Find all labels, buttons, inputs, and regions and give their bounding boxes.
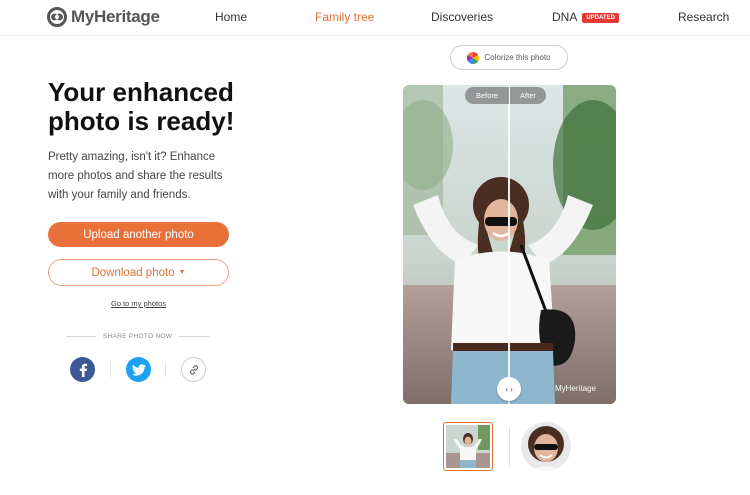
nav-dna-label: DNA <box>552 10 578 24</box>
nav-dna[interactable]: DNA UPDATED <box>552 10 619 24</box>
nav-research[interactable]: Research <box>678 10 729 24</box>
upload-another-photo-button[interactable]: Upload another photo <box>48 222 229 247</box>
thumbnail-image <box>446 425 490 468</box>
compare-slider-handle[interactable]: ‹ › <box>497 377 521 401</box>
facebook-icon <box>79 363 87 377</box>
twitter-share-button[interactable] <box>126 357 151 382</box>
copy-link-button[interactable] <box>181 357 206 382</box>
watermark: MyHeritage <box>555 384 596 393</box>
download-photo-button[interactable]: Download photo ▼ <box>48 259 229 286</box>
facebook-share-button[interactable] <box>70 357 95 382</box>
nav-home[interactable]: Home <box>215 10 247 24</box>
social-divider <box>110 362 111 377</box>
link-icon <box>189 364 198 375</box>
download-photo-label: Download photo <box>91 266 175 279</box>
top-navigation: MyHeritage Home Family tree Discoveries … <box>0 0 750 36</box>
after-label: After <box>510 87 546 104</box>
page-subtext: Pretty amazing, isn't it? Enhance more p… <box>48 151 223 201</box>
share-label: SHARE PHOTO NOW <box>102 333 173 340</box>
dropdown-caret-icon: ▼ <box>178 269 186 276</box>
face-thumbnail-image <box>521 422 571 471</box>
share-section-header: SHARE PHOTO NOW <box>66 333 210 340</box>
share-divider-right <box>179 336 210 337</box>
nav-family-tree[interactable]: Family tree <box>315 10 374 24</box>
nav-discoveries[interactable]: Discoveries <box>431 10 493 24</box>
thumbnail-face-closeup[interactable] <box>521 422 571 471</box>
page-title: Your enhanced photo is ready! <box>48 77 235 136</box>
compare-arrows-icon: ‹ › <box>505 384 513 394</box>
colorize-photo-button[interactable]: Colorize this photo <box>450 45 568 70</box>
before-label: Before <box>465 87 509 104</box>
updated-badge: UPDATED <box>582 13 619 23</box>
twitter-icon <box>131 363 146 376</box>
social-divider <box>165 362 166 377</box>
myheritage-logo[interactable]: MyHeritage <box>47 6 160 28</box>
enhanced-photo <box>403 85 616 404</box>
go-to-my-photos-link[interactable]: Go to my photos <box>48 299 229 308</box>
logo-text: MyHeritage <box>71 7 160 26</box>
colorize-label: Colorize this photo <box>484 53 551 62</box>
share-divider-left <box>66 336 96 337</box>
thumbnail-divider <box>509 427 510 467</box>
myheritage-logo-icon <box>47 7 67 27</box>
before-after-photo-viewer[interactable]: Before After ‹ › MyHeritage <box>403 85 616 404</box>
thumbnail-full-photo[interactable] <box>443 422 493 471</box>
color-wheel-icon <box>467 51 480 64</box>
